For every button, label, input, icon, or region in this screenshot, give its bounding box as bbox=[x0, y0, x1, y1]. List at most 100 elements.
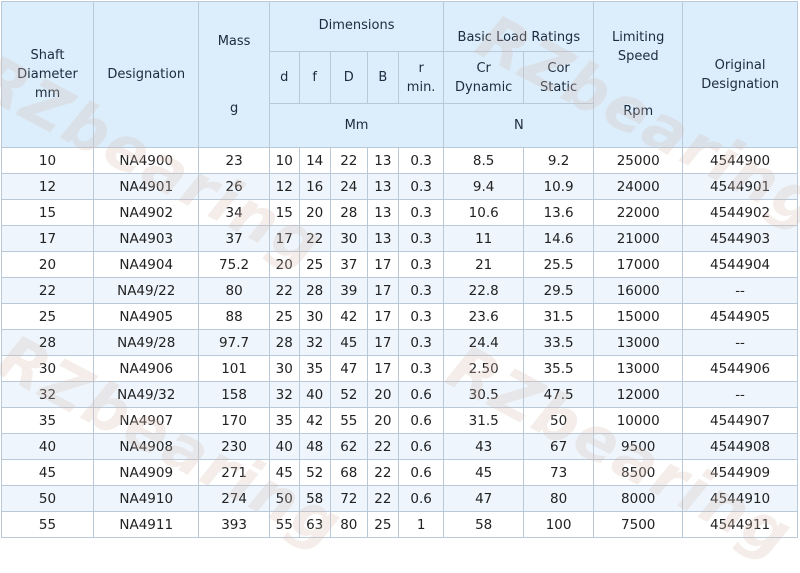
header-limiting-speed: Limiting Speed Rpm bbox=[593, 1, 684, 148]
table-row: 40 NA4908 230 40 48 62 22 0.6 43 67 9500 4544908 bbox=[1, 433, 798, 460]
cell-r-min: 0.6 bbox=[397, 433, 445, 460]
cell-f: 63 bbox=[298, 511, 331, 538]
cell-designation: NA4905 bbox=[92, 303, 200, 330]
table-row: 55 NA4911 393 55 63 80 25 1 58 100 7500 4544911 bbox=[1, 511, 798, 538]
cell-d: 45 bbox=[268, 459, 300, 486]
header-dimensions: Dimensions bbox=[268, 1, 445, 52]
cell-D: 22 bbox=[329, 147, 368, 174]
cell-original-designation: -- bbox=[682, 277, 798, 304]
cell-D: 80 bbox=[329, 511, 368, 538]
cell-mass: 274 bbox=[198, 485, 270, 512]
table-header: Shaft Diameter mm Designation Mass g Dim… bbox=[1, 1, 798, 148]
cell-cr-dynamic: 22.8 bbox=[443, 277, 524, 304]
cell-designation: NA4901 bbox=[92, 173, 200, 200]
cell-f: 32 bbox=[298, 329, 331, 356]
header-B: B bbox=[366, 51, 399, 104]
cell-designation: NA49/28 bbox=[92, 329, 200, 356]
cell-cor-static: 100 bbox=[522, 511, 595, 538]
cell-B: 20 bbox=[366, 407, 399, 434]
cell-cr-dynamic: 58 bbox=[443, 511, 524, 538]
cell-original-designation: 4544901 bbox=[682, 173, 798, 200]
cell-d: 50 bbox=[268, 485, 300, 512]
cell-mass: 158 bbox=[198, 381, 270, 408]
cell-cr-dynamic: 10.6 bbox=[443, 199, 524, 226]
header-dimension-unit: Mm bbox=[268, 103, 445, 148]
cell-B: 17 bbox=[366, 355, 399, 382]
cell-f: 20 bbox=[298, 199, 331, 226]
cell-shaft-diameter: 55 bbox=[1, 511, 94, 538]
cell-designation: NA4906 bbox=[92, 355, 200, 382]
cell-f: 42 bbox=[298, 407, 331, 434]
cell-cor-static: 14.6 bbox=[522, 225, 595, 252]
cell-designation: NA4910 bbox=[92, 485, 200, 512]
cell-d: 10 bbox=[268, 147, 300, 174]
cell-B: 25 bbox=[366, 511, 399, 538]
table-row: 12 NA4901 26 12 16 24 13 0.3 9.4 10.9 24000 4544901 bbox=[1, 173, 798, 200]
cell-designation: NA4909 bbox=[92, 459, 200, 486]
cell-cor-static: 35.5 bbox=[522, 355, 595, 382]
cell-f: 40 bbox=[298, 381, 331, 408]
cell-f: 48 bbox=[298, 433, 331, 460]
cell-original-designation: 4544906 bbox=[682, 355, 798, 382]
cell-B: 13 bbox=[366, 199, 399, 226]
cell-d: 35 bbox=[268, 407, 300, 434]
cell-r-min: 0.3 bbox=[397, 355, 445, 382]
cell-original-designation: 4544908 bbox=[682, 433, 798, 460]
cell-B: 17 bbox=[366, 303, 399, 330]
cell-cor-static: 73 bbox=[522, 459, 595, 486]
cell-limiting-speed: 8000 bbox=[593, 485, 684, 512]
header-d: d bbox=[268, 51, 300, 104]
cell-B: 22 bbox=[366, 433, 399, 460]
cell-shaft-diameter: 17 bbox=[1, 225, 94, 252]
cell-d: 15 bbox=[268, 199, 300, 226]
cell-cor-static: 33.5 bbox=[522, 329, 595, 356]
cell-d: 20 bbox=[268, 251, 300, 278]
cell-B: 17 bbox=[366, 251, 399, 278]
table-row: 45 NA4909 271 45 52 68 22 0.6 45 73 8500 4544909 bbox=[1, 459, 798, 486]
cell-shaft-diameter: 35 bbox=[1, 407, 94, 434]
table-row: 50 NA4910 274 50 58 72 22 0.6 47 80 8000 4544910 bbox=[1, 485, 798, 512]
cell-limiting-speed: 10000 bbox=[593, 407, 684, 434]
table-row: 17 NA4903 37 17 22 30 13 0.3 11 14.6 21000 4544903 bbox=[1, 225, 798, 252]
cell-shaft-diameter: 10 bbox=[1, 147, 94, 174]
cell-B: 22 bbox=[366, 485, 399, 512]
cell-r-min: 0.6 bbox=[397, 381, 445, 408]
cell-cor-static: 31.5 bbox=[522, 303, 595, 330]
cell-shaft-diameter: 32 bbox=[1, 381, 94, 408]
cell-mass: 101 bbox=[198, 355, 270, 382]
cell-shaft-diameter: 12 bbox=[1, 173, 94, 200]
cell-designation: NA4903 bbox=[92, 225, 200, 252]
header-f: f bbox=[298, 51, 331, 104]
cell-cor-static: 50 bbox=[522, 407, 595, 434]
cell-designation: NA4902 bbox=[92, 199, 200, 226]
table-row: 28 NA49/28 97.7 28 32 45 17 0.3 24.4 33.5 13000 -- bbox=[1, 329, 798, 356]
cell-D: 72 bbox=[329, 485, 368, 512]
cell-r-min: 0.3 bbox=[397, 147, 445, 174]
header-cor-static: Cor Static bbox=[522, 51, 595, 104]
cell-D: 28 bbox=[329, 199, 368, 226]
cell-shaft-diameter: 15 bbox=[1, 199, 94, 226]
cell-cor-static: 29.5 bbox=[522, 277, 595, 304]
cell-B: 13 bbox=[366, 225, 399, 252]
cell-f: 52 bbox=[298, 459, 331, 486]
cell-original-designation: 4544900 bbox=[682, 147, 798, 174]
cell-D: 45 bbox=[329, 329, 368, 356]
cell-d: 17 bbox=[268, 225, 300, 252]
cell-r-min: 0.3 bbox=[397, 277, 445, 304]
cell-D: 62 bbox=[329, 433, 368, 460]
cell-d: 28 bbox=[268, 329, 300, 356]
cell-limiting-speed: 13000 bbox=[593, 355, 684, 382]
cell-designation: NA49/22 bbox=[92, 277, 200, 304]
cell-cr-dynamic: 47 bbox=[443, 485, 524, 512]
cell-mass: 271 bbox=[198, 459, 270, 486]
cell-d: 30 bbox=[268, 355, 300, 382]
cell-r-min: 0.6 bbox=[397, 459, 445, 486]
cell-f: 28 bbox=[298, 277, 331, 304]
cell-original-designation: 4544903 bbox=[682, 225, 798, 252]
cell-designation: NA4907 bbox=[92, 407, 200, 434]
cell-f: 25 bbox=[298, 251, 331, 278]
cell-cr-dynamic: 9.4 bbox=[443, 173, 524, 200]
table-row: 22 NA49/22 80 22 28 39 17 0.3 22.8 29.5 16000 -- bbox=[1, 277, 798, 304]
cell-f: 22 bbox=[298, 225, 331, 252]
table-row: 10 NA4900 23 10 14 22 13 0.3 8.5 9.2 25000 4544900 bbox=[1, 147, 798, 174]
